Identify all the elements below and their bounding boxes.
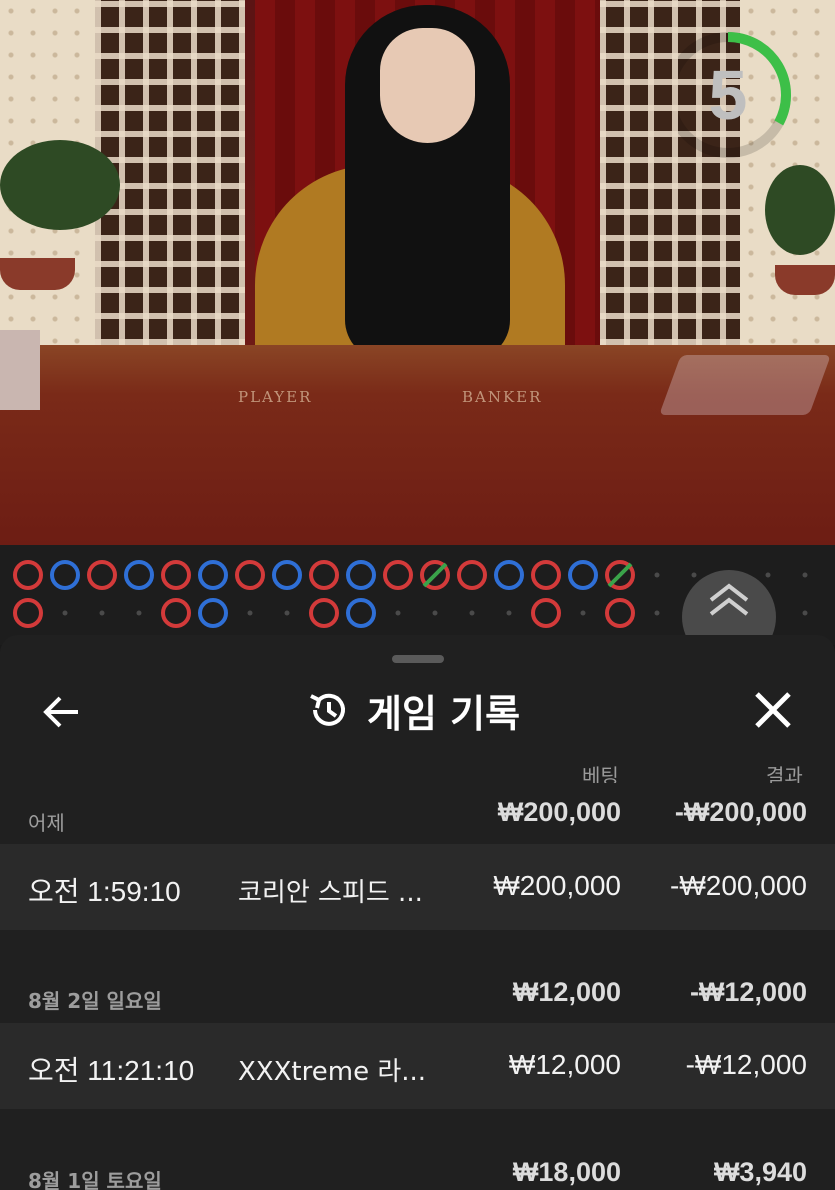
double-chevron-up-icon — [709, 583, 749, 616]
bead-banker — [457, 560, 487, 590]
bead-banker — [87, 560, 117, 590]
bead-banker — [383, 560, 413, 590]
bet-total: ₩200,000 — [497, 797, 621, 827]
result-total: ₩3,940 — [713, 1157, 807, 1187]
result-amount: -₩200,000 — [670, 870, 807, 901]
history-row[interactable]: 오전 1:59:10 코리안 스피드 ... ₩200,000 -₩200,00… — [0, 844, 835, 930]
empty-cell-dot — [654, 572, 660, 578]
close-icon — [755, 692, 791, 728]
empty-cell-dot — [432, 610, 438, 616]
bead-banker — [13, 598, 43, 628]
discard-cards — [0, 330, 40, 410]
empty-cell-dot — [802, 610, 808, 616]
bead-player — [346, 560, 376, 590]
bead-banker — [161, 598, 191, 628]
tie-slash — [607, 562, 633, 588]
bead-player — [568, 560, 598, 590]
empty-cell-dot — [469, 610, 475, 616]
bead-player — [494, 560, 524, 590]
bead-banker — [309, 598, 339, 628]
history-icon — [310, 693, 345, 726]
empty-cell-dot — [506, 610, 512, 616]
panel-header: 게임 기록 — [305, 685, 521, 736]
date-group-header: 8월 2일 일요일 ₩12,000 -₩12,000 — [0, 963, 835, 1023]
date-group-header: 8월 1일 토요일 ₩18,000 ₩3,940 — [0, 1143, 835, 1190]
countdown-number: 5 — [708, 56, 748, 134]
empty-cell-dot — [580, 610, 586, 616]
round-time: 오전 1:59:10 — [28, 876, 181, 907]
empty-cell-dot — [765, 572, 771, 578]
bead-banker — [309, 560, 339, 590]
empty-cell-dot — [654, 610, 660, 616]
date-label: 8월 2일 일요일 — [28, 989, 162, 1013]
bead-player — [50, 560, 80, 590]
back-button[interactable] — [40, 690, 84, 734]
bead-banker — [605, 598, 635, 628]
bead-player — [272, 560, 302, 590]
date-label: 8월 1일 토요일 — [28, 1169, 162, 1190]
drag-handle[interactable] — [392, 655, 444, 663]
empty-cell-dot — [62, 610, 68, 616]
bet-total: ₩18,000 — [512, 1157, 621, 1187]
bonsai-left — [0, 140, 120, 230]
bead-banker — [13, 560, 43, 590]
bead-player — [198, 598, 228, 628]
bead-player — [124, 560, 154, 590]
arrow-left-icon — [43, 696, 78, 728]
round-time: 오전 11:21:10 — [28, 1055, 195, 1086]
empty-cell-dot — [247, 610, 253, 616]
game-name: XXXtreme 라... — [238, 1057, 427, 1087]
bet-amount: ₩12,000 — [508, 1049, 621, 1080]
result-total: -₩12,000 — [689, 977, 807, 1007]
pot-right — [775, 265, 835, 295]
history-row[interactable]: 오전 11:21:10 XXXtreme 라... ₩12,000 -₩12,0… — [0, 1023, 835, 1109]
bonsai-right — [765, 165, 835, 255]
game-history-panel: 게임 기록 베팅 결과 어제 ₩200,000 -₩200,000 오전 1:5… — [0, 635, 835, 1190]
close-button[interactable] — [750, 687, 796, 733]
panel-title: 게임 기록 — [367, 691, 521, 736]
bead-player — [346, 598, 376, 628]
bet-total: ₩12,000 — [512, 977, 621, 1007]
date-label: 어제 — [28, 811, 65, 835]
banker-area-label: BANKER — [462, 388, 543, 406]
pot-left — [0, 258, 75, 290]
empty-cell-dot — [136, 610, 142, 616]
tie-slash — [422, 562, 448, 588]
empty-cell-dot — [99, 610, 105, 616]
dealer-face — [380, 28, 475, 143]
card-shoe — [659, 355, 831, 415]
bead-banker — [531, 598, 561, 628]
result-amount: -₩12,000 — [685, 1049, 807, 1080]
result-total: -₩200,000 — [674, 797, 807, 827]
game-name: 코리안 스피드 ... — [238, 878, 423, 908]
player-area-label: PLAYER — [238, 388, 313, 406]
empty-cell-dot — [802, 572, 808, 578]
bead-banker — [531, 560, 561, 590]
date-group-header: 어제 ₩200,000 -₩200,000 — [0, 783, 835, 843]
bead-banker — [161, 560, 191, 590]
bet-amount: ₩200,000 — [493, 870, 621, 901]
bead-banker — [235, 560, 265, 590]
bead-player — [198, 560, 228, 590]
empty-cell-dot — [284, 610, 290, 616]
empty-cell-dot — [395, 610, 401, 616]
empty-cell-dot — [691, 572, 697, 578]
